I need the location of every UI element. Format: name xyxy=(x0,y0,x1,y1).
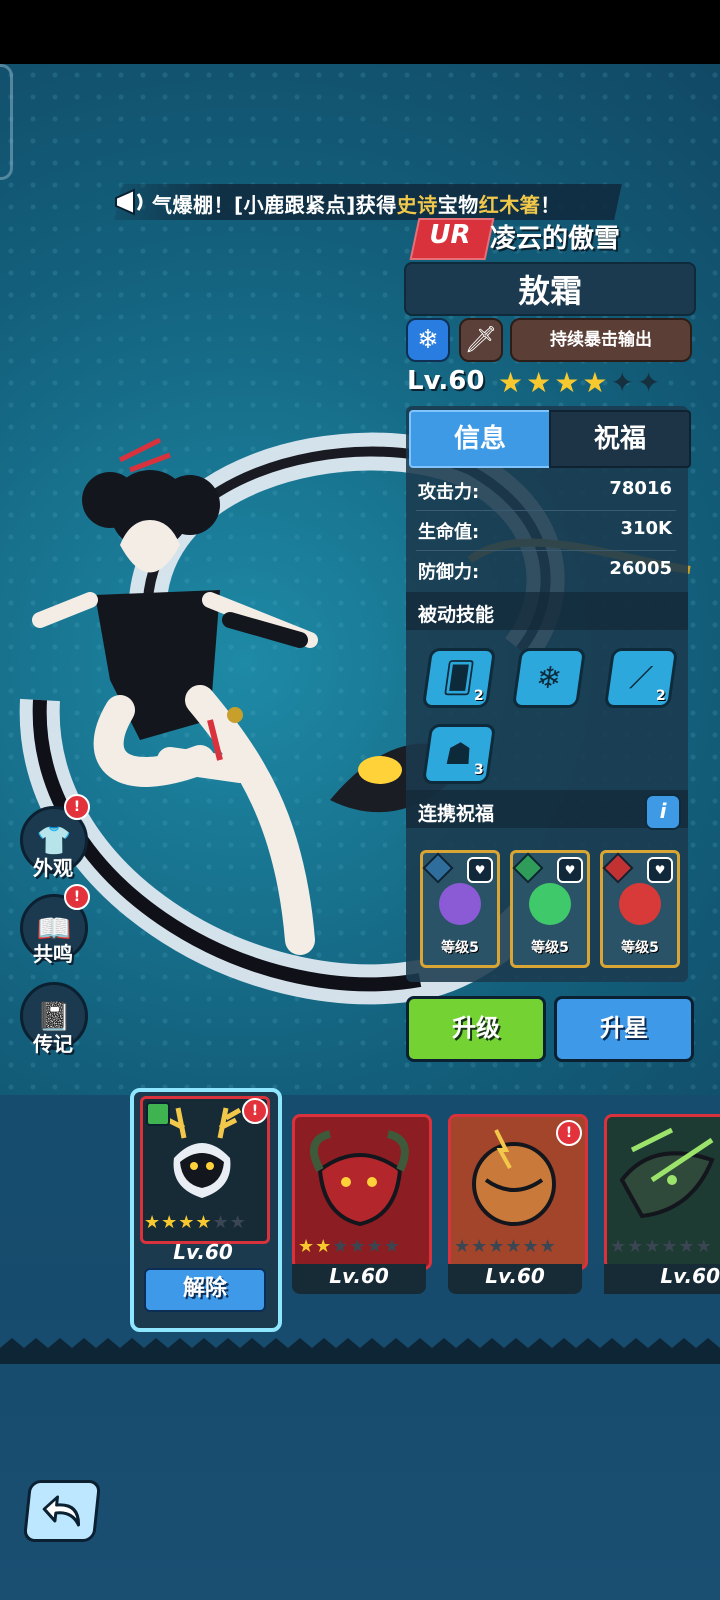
role-tag: 持续暴击输出 xyxy=(510,318,692,362)
alert-badge: ! xyxy=(64,884,90,910)
alert-badge: ! xyxy=(64,794,90,820)
stat-defense: 防御力: 26005 xyxy=(418,554,676,586)
horned-beast-icon xyxy=(309,1130,409,1227)
back-button[interactable] xyxy=(22,1480,102,1542)
bond-level: 等级5 xyxy=(441,940,479,956)
broadcast-middle: 宝物 xyxy=(437,193,479,217)
hero-name: 敖霜 xyxy=(517,272,582,310)
pet-stars: ★★★★★★ xyxy=(610,1236,713,1257)
zigzag-divider xyxy=(0,1338,720,1364)
faction-emblem-icon xyxy=(512,852,544,884)
faction-emblem-icon xyxy=(422,852,454,884)
divider xyxy=(416,510,676,511)
release-button[interactable]: 解除 xyxy=(144,1268,266,1312)
faction-emblem-icon xyxy=(602,852,634,884)
heart-icon: ♥ xyxy=(647,857,673,883)
alert-badge: ! xyxy=(242,1098,268,1124)
stat-value: 78016 xyxy=(609,478,672,499)
pet-stars: ★★★★★★ xyxy=(144,1212,247,1233)
star-icon: ★ xyxy=(582,366,611,399)
pet-level: Lv.60 xyxy=(329,1264,389,1288)
star-icon: ★ xyxy=(526,366,555,399)
broadcast-text: 气爆棚！[小鹿跟紧点]获得史诗宝物红木箸！ xyxy=(152,189,561,218)
guardian-badge-icon xyxy=(146,1102,170,1126)
rarity-badge: UR xyxy=(429,220,471,250)
broadcast-rarity: 史诗 xyxy=(396,193,438,217)
snowflakes-icon[interactable]: ❄ xyxy=(511,648,587,708)
status-bar xyxy=(0,0,720,64)
broadcast-prefix: 气爆棚！[小鹿跟紧点]获得 xyxy=(152,193,397,217)
edge-tab xyxy=(0,64,13,180)
pet-level: Lv.60 xyxy=(485,1264,545,1288)
tab-info[interactable]: 信息 xyxy=(409,410,551,468)
empty-star-icon: ✦ xyxy=(636,366,664,399)
upgrade-button[interactable]: 升级 xyxy=(406,996,546,1062)
broadcast-suffix: ！ xyxy=(540,193,561,217)
pet-stars: ★★★★★★ xyxy=(298,1236,401,1257)
stat-label: 攻击力: xyxy=(418,482,480,503)
pet-level: Lv.60 xyxy=(660,1264,720,1288)
bond-level: 等级5 xyxy=(621,940,659,956)
ice-shards-icon[interactable]: ⟋ xyxy=(603,648,679,708)
skill-count: 2 xyxy=(474,688,484,704)
star-icon: ★ xyxy=(554,366,583,399)
bond-card[interactable]: ♥ 等级5 xyxy=(420,850,500,968)
sword-icon[interactable]: 🗡 xyxy=(459,318,503,362)
heart-icon: ♥ xyxy=(557,857,583,883)
biography-label: 传记 xyxy=(33,1032,73,1056)
green-ghost-icon xyxy=(529,883,571,925)
stat-label: 生命值: xyxy=(418,522,480,543)
skill-count: 2 xyxy=(656,688,666,704)
bond-title: 连携祝福 xyxy=(418,803,495,825)
alert-badge: ! xyxy=(556,1120,582,1146)
stat-value: 26005 xyxy=(609,558,672,579)
bond-card[interactable]: ♥ 等级5 xyxy=(510,850,590,968)
ice-cards-icon[interactable]: 🂠 xyxy=(421,648,497,708)
hero-stars: ★★★★✦✦ xyxy=(498,366,663,399)
stat-hp: 生命值: 310K xyxy=(418,514,676,546)
back-arrow-icon xyxy=(42,1495,81,1527)
megaphone-icon xyxy=(115,188,143,216)
green-dragon-icon xyxy=(619,1127,715,1219)
hero-level: Lv.60 xyxy=(407,366,485,396)
snowflake-icon[interactable]: ❄ xyxy=(406,318,450,362)
appearance-label: 外观 xyxy=(33,856,73,880)
red-flame-demon-icon xyxy=(619,883,661,925)
passive-skills-title: 被动技能 xyxy=(418,604,495,626)
heart-icon: ♥ xyxy=(467,857,493,883)
broadcast-item: 红木箸 xyxy=(478,193,541,217)
star-up-button[interactable]: 升星 xyxy=(554,996,694,1062)
divider xyxy=(416,550,676,551)
bond-level: 等级5 xyxy=(531,940,569,956)
dragon-head-icon[interactable]: ☗ xyxy=(421,724,497,784)
info-button[interactable]: i xyxy=(645,794,681,830)
resonance-label: 共鸣 xyxy=(33,942,73,966)
hero-title: 凌云的傲雪 xyxy=(490,224,621,254)
tab-blessing[interactable]: 祝福 xyxy=(549,410,691,468)
skill-count: 3 xyxy=(474,762,484,778)
empty-star-icon: ✦ xyxy=(610,366,637,399)
pet-stars: ★★★★★★ xyxy=(454,1236,557,1257)
star-icon: ★ xyxy=(498,366,527,399)
bond-card[interactable]: ♥ 等级5 xyxy=(600,850,680,968)
purple-demon-icon xyxy=(439,883,481,925)
stat-value: 310K xyxy=(620,518,672,539)
stat-attack: 攻击力: 78016 xyxy=(418,474,676,506)
stat-label: 防御力: xyxy=(418,562,480,583)
pet-level: Lv.60 xyxy=(173,1240,233,1264)
